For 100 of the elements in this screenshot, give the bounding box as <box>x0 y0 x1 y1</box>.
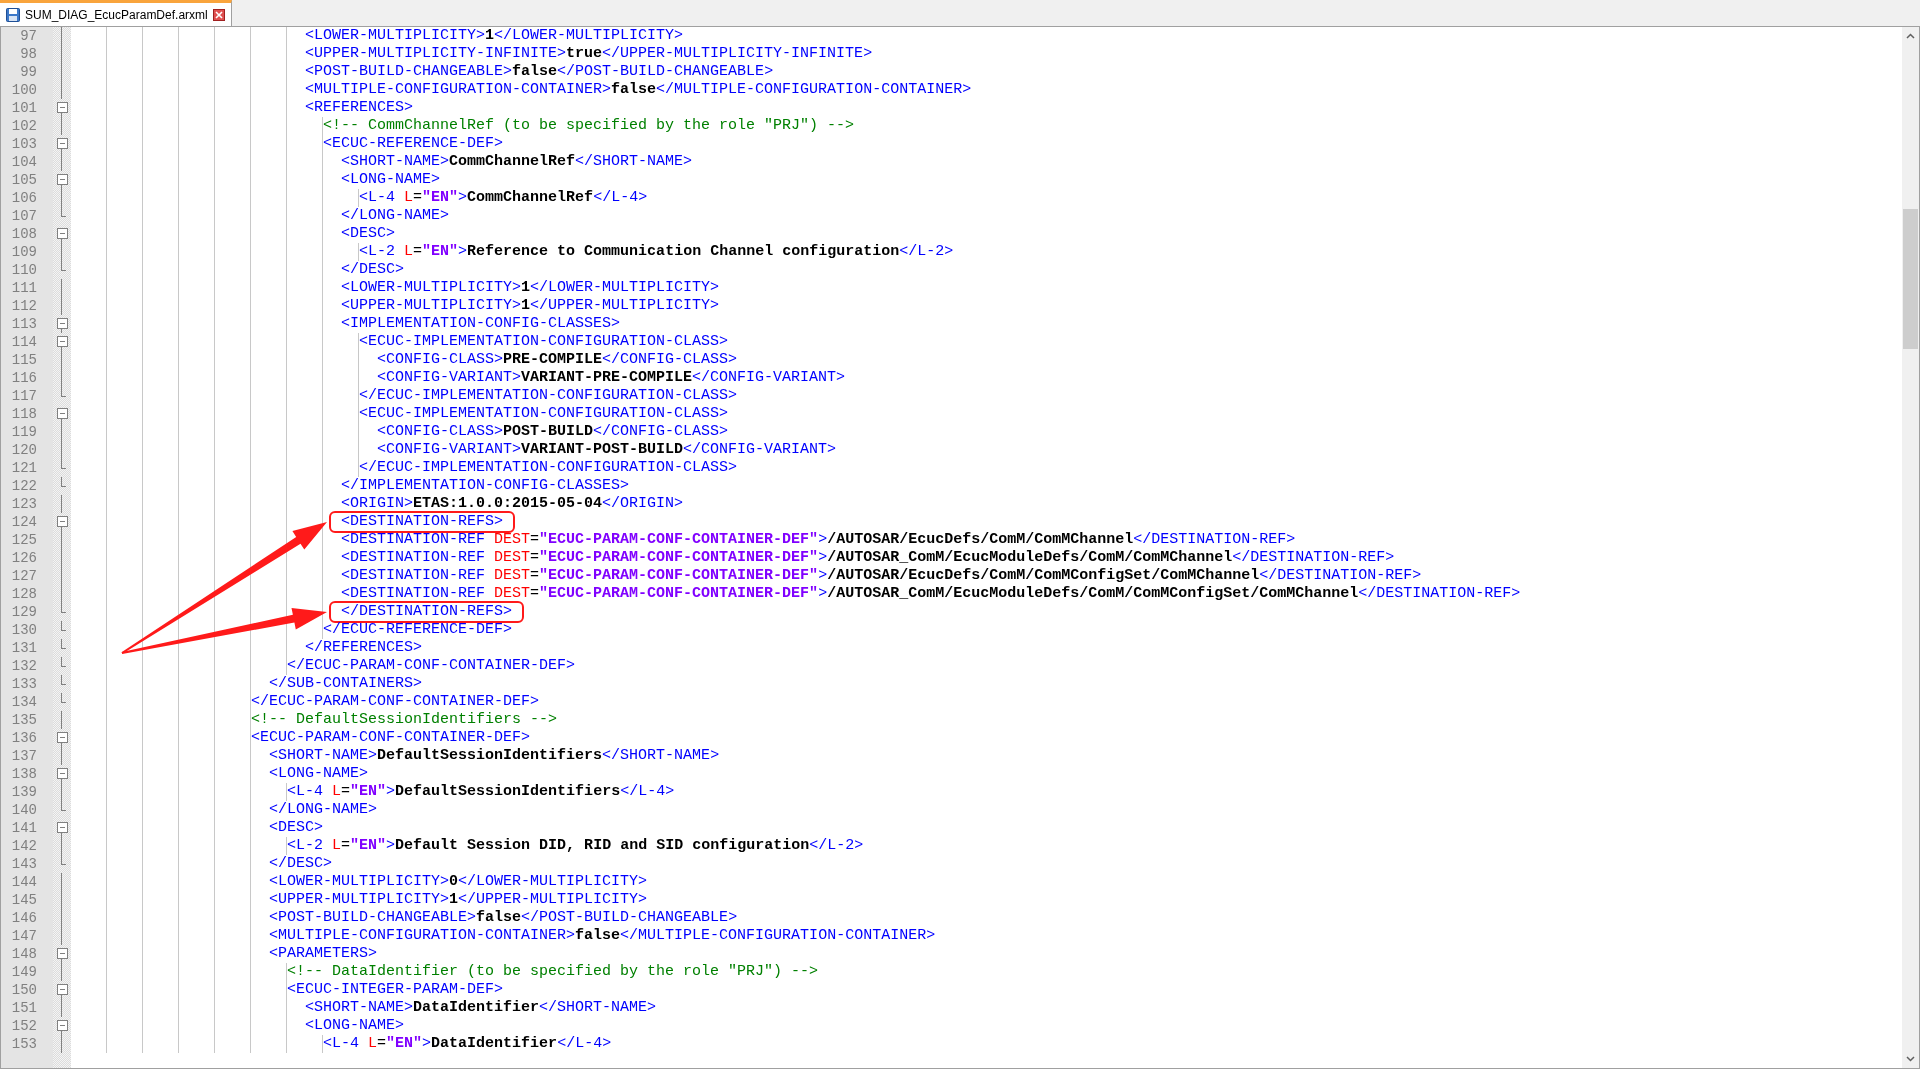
fold-collapse-icon[interactable] <box>56 408 68 419</box>
line-number: 136 <box>10 729 38 747</box>
line-number: 141 <box>10 819 38 837</box>
code-line: <LONG-NAME> <box>269 765 369 783</box>
code-line: <MULTIPLE-CONFIGURATION-CONTAINER>false</MULTIPLE-CONFIGURATION-CONTAINER> <box>269 927 936 945</box>
line-number: 107 <box>10 207 38 225</box>
fold-collapse-icon[interactable] <box>56 732 68 743</box>
code-line: </IMPLEMENTATION-CONFIG-CLASSES> <box>341 477 630 495</box>
scroll-down-icon[interactable] <box>1906 1056 1915 1062</box>
line-number: 127 <box>10 567 38 585</box>
fold-collapse-icon[interactable] <box>56 228 68 239</box>
code-line: <L-2 L="EN">Reference to Communication Channel configuration</L-2> <box>359 243 954 261</box>
code-line: <ECUC-PARAM-CONF-CONTAINER-DEF> <box>251 729 531 747</box>
fold-collapse-icon[interactable] <box>56 822 68 833</box>
line-number: 140 <box>10 801 38 819</box>
code-line: <L-4 L="EN">DefaultSessionIdentifiers</L-4> <box>287 783 675 801</box>
code-line: <ECUC-REFERENCE-DEF> <box>323 135 504 153</box>
code-line: <POST-BUILD-CHANGEABLE>false</POST-BUILD-CHANGEABLE> <box>305 63 774 81</box>
code-line: </ECUC-REFERENCE-DEF> <box>323 621 513 639</box>
fold-collapse-icon[interactable] <box>56 336 68 347</box>
code-line: <MULTIPLE-CONFIGURATION-CONTAINER>false</MULTIPLE-CONFIGURATION-CONTAINER> <box>305 81 972 99</box>
line-number: 111 <box>10 279 38 297</box>
code-line: </DESC> <box>269 855 333 873</box>
code-line: <DESTINATION-REF DEST="ECUC-PARAM-CONF-CONTAINER-DEF">/AUTOSAR/EcucDefs/ComM/ComMChannel</DESTINATION-REF> <box>341 531 1296 549</box>
code-line: <CONFIG-VARIANT>VARIANT-PRE-COMPILE</CONFIG-VARIANT> <box>377 369 846 387</box>
fold-collapse-icon[interactable] <box>56 174 68 185</box>
line-number: 102 <box>10 117 38 135</box>
code-line: <LOWER-MULTIPLICITY>1</LOWER-MULTIPLICITY> <box>305 27 684 45</box>
fold-collapse-icon[interactable] <box>56 1020 68 1031</box>
line-number: 148 <box>10 945 38 963</box>
line-number: 106 <box>10 189 38 207</box>
code-line: <UPPER-MULTIPLICITY>1</UPPER-MULTIPLICITY> <box>269 891 648 909</box>
line-number: 151 <box>10 999 38 1017</box>
code-line: </ECUC-PARAM-CONF-CONTAINER-DEF> <box>287 657 576 675</box>
code-line: <CONFIG-CLASS>POST-BUILD</CONFIG-CLASS> <box>377 423 729 441</box>
code-line: <DESTINATION-REF DEST="ECUC-PARAM-CONF-CONTAINER-DEF">/AUTOSAR_ComM/EcucModuleDefs/ComM/ComMConfigSet/ComMChannel</DESTINATION-REF> <box>341 585 1521 603</box>
line-number: 133 <box>10 675 38 693</box>
line-number: 145 <box>10 891 38 909</box>
line-number: 119 <box>10 423 38 441</box>
line-number: 122 <box>10 477 38 495</box>
line-number: 134 <box>10 693 38 711</box>
code-line: <DESC> <box>341 225 396 243</box>
line-number: 129 <box>10 603 38 621</box>
line-number: 97 <box>19 27 38 45</box>
fold-collapse-icon[interactable] <box>56 102 68 113</box>
line-number: 131 <box>10 639 38 657</box>
code-line: <SHORT-NAME>DataIdentifier</SHORT-NAME> <box>305 999 657 1017</box>
close-icon[interactable] <box>212 8 225 21</box>
code-line: <LOWER-MULTIPLICITY>0</LOWER-MULTIPLICITY> <box>269 873 648 891</box>
scrollbar-thumb[interactable] <box>1903 209 1918 349</box>
code-line: </SUB-CONTAINERS> <box>269 675 423 693</box>
line-number: 128 <box>10 585 38 603</box>
scroll-up-icon[interactable] <box>1906 33 1915 39</box>
fold-collapse-icon[interactable] <box>56 948 68 959</box>
code-line: <L-4 L="EN">DataIdentifier</L-4> <box>323 1035 612 1053</box>
line-number: 135 <box>10 711 38 729</box>
line-number: 153 <box>10 1035 38 1053</box>
line-number: 149 <box>10 963 38 981</box>
file-tab[interactable]: SUM_DIAG_EcucParamDef.arxml <box>0 0 232 26</box>
code-line: <CONFIG-CLASS>PRE-COMPILE</CONFIG-CLASS> <box>377 351 738 369</box>
line-number: 132 <box>10 657 38 675</box>
line-number: 104 <box>10 153 38 171</box>
line-number: 152 <box>10 1017 38 1035</box>
line-number: 125 <box>10 531 38 549</box>
code-line: <SHORT-NAME>CommChannelRef</SHORT-NAME> <box>341 153 693 171</box>
code-line: <UPPER-MULTIPLICITY>1</UPPER-MULTIPLICITY> <box>341 297 720 315</box>
code-line: </REFERENCES> <box>305 639 423 657</box>
fold-collapse-icon[interactable] <box>56 516 68 527</box>
line-number: 120 <box>10 441 38 459</box>
code-line: </DESC> <box>341 261 405 279</box>
line-number: 143 <box>10 855 38 873</box>
line-number: 114 <box>10 333 38 351</box>
line-number: 121 <box>10 459 38 477</box>
code-line: <PARAMETERS> <box>269 945 378 963</box>
code-line: <DESC> <box>269 819 324 837</box>
code-line: <ECUC-INTEGER-PARAM-DEF> <box>287 981 504 999</box>
line-number: 147 <box>10 927 38 945</box>
line-number: 116 <box>10 369 38 387</box>
code-line: <LONG-NAME> <box>341 171 441 189</box>
fold-collapse-icon[interactable] <box>56 318 68 329</box>
line-number: 99 <box>19 63 38 81</box>
code-line: <REFERENCES> <box>305 99 414 117</box>
line-number: 100 <box>10 81 38 99</box>
line-number: 137 <box>10 747 38 765</box>
code-line: </ECUC-IMPLEMENTATION-CONFIGURATION-CLASS> <box>359 387 738 405</box>
code-line: <DESTINATION-REF DEST="ECUC-PARAM-CONF-CONTAINER-DEF">/AUTOSAR_ComM/EcucModuleDefs/ComM/ComMChannel</DESTINATION-REF> <box>341 549 1395 567</box>
line-number: 123 <box>10 495 38 513</box>
line-number: 142 <box>10 837 38 855</box>
fold-collapse-icon[interactable] <box>56 984 68 995</box>
line-number: 115 <box>10 351 38 369</box>
line-number: 109 <box>10 243 38 261</box>
code-line: <UPPER-MULTIPLICITY-INFINITE>true</UPPER-MULTIPLICITY-INFINITE> <box>305 45 873 63</box>
line-number: 110 <box>10 261 38 279</box>
fold-collapse-icon[interactable] <box>56 768 68 779</box>
code-line: <!-- DataIdentifier (to be specified by the role "PRJ") --> <box>287 963 819 981</box>
line-number: 117 <box>10 387 38 405</box>
line-number: 112 <box>10 297 38 315</box>
fold-collapse-icon[interactable] <box>56 138 68 149</box>
code-line: </LONG-NAME> <box>269 801 378 819</box>
line-number: 118 <box>10 405 38 423</box>
